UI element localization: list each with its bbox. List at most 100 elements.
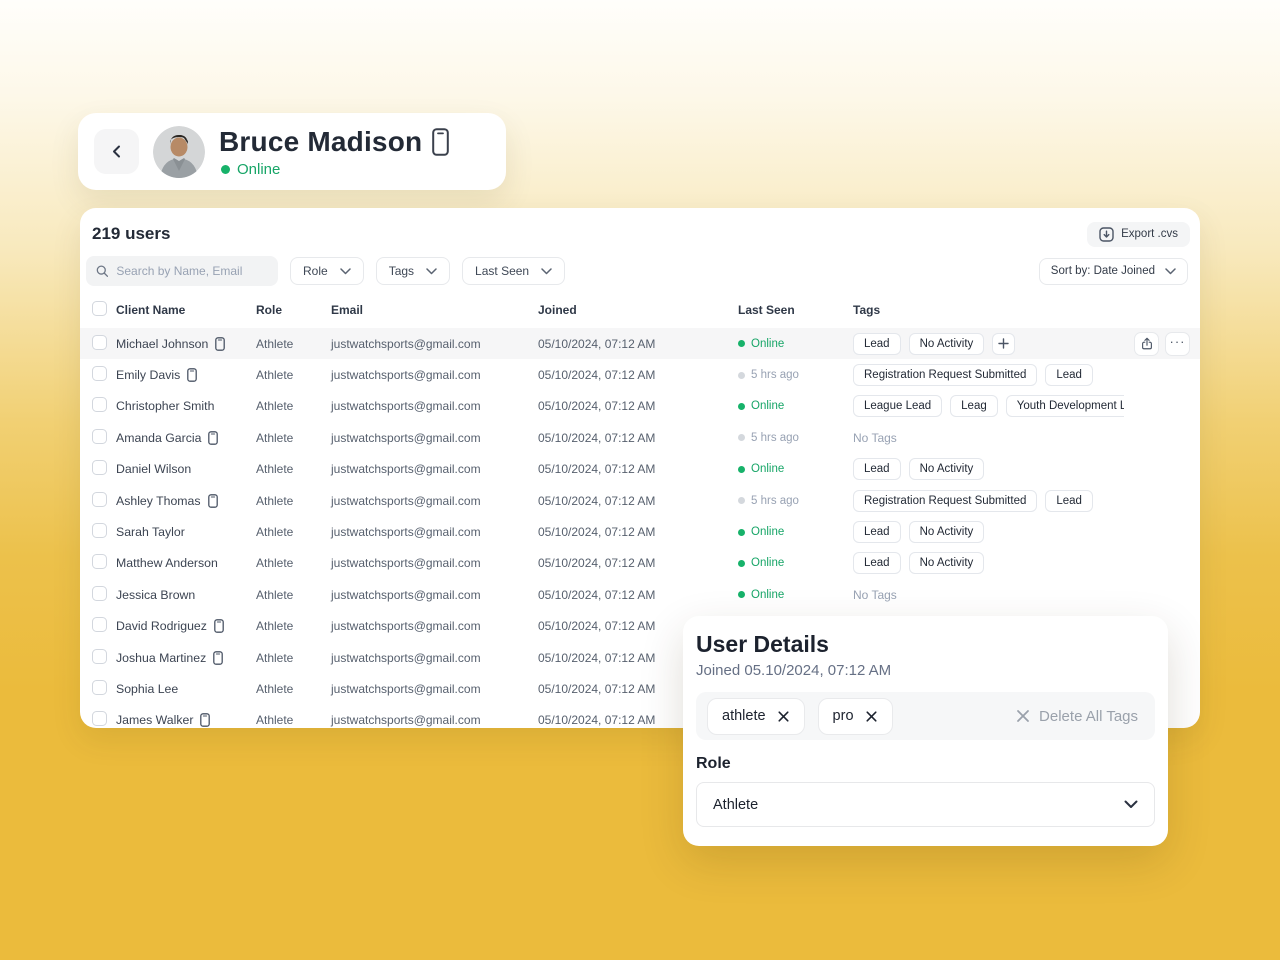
table-row[interactable]: Daniel WilsonAthletejustwatchsports@gmai… [80, 454, 1200, 485]
role-select[interactable]: Athlete [696, 782, 1155, 827]
tag-chip: No Activity [909, 458, 985, 480]
col-last-seen: Last Seen [738, 303, 853, 317]
client-name-text: Matthew Anderson [116, 556, 218, 570]
tag-chip: Registration Request Submitted [853, 490, 1037, 512]
row-last-seen: 5 hrs ago [738, 369, 853, 381]
filter-tags[interactable]: Tags [376, 257, 450, 285]
client-name-text: Sarah Taylor [116, 525, 185, 539]
offline-dot [738, 434, 745, 441]
row-joined: 05/10/2024, 07:12 AM [538, 556, 738, 570]
tag-chip: Lead [853, 552, 901, 574]
row-checkbox[interactable] [92, 554, 107, 569]
chevron-down-icon [1165, 268, 1176, 275]
search-box[interactable] [86, 256, 278, 286]
table-header-row: Client Name Role Email Joined Last Seen … [80, 292, 1200, 328]
table-row[interactable]: Jessica BrownAthletejustwatchsports@gmai… [80, 579, 1200, 610]
delete-all-tags-button[interactable]: Delete All Tags [1016, 708, 1144, 725]
row-last-seen: Online [738, 557, 853, 569]
more-options-button[interactable]: ··· [1165, 332, 1190, 356]
online-dot [221, 165, 230, 174]
remove-tag-button[interactable] [865, 710, 878, 723]
row-checkbox[interactable] [92, 366, 107, 381]
table-row[interactable]: Christopher SmithAthletejustwatchsports@… [80, 391, 1200, 422]
row-joined: 05/10/2024, 07:12 AM [538, 494, 738, 508]
client-name-cell: Daniel Wilson [116, 462, 256, 476]
table-row[interactable]: Ashley ThomasAthletejustwatchsports@gmai… [80, 485, 1200, 516]
row-checkbox[interactable] [92, 586, 107, 601]
row-checkbox[interactable] [92, 617, 107, 632]
client-name-cell: Matthew Anderson [116, 556, 256, 570]
filter-role-label: Role [303, 264, 328, 278]
tag-chip: Lead [853, 458, 901, 480]
table-row[interactable]: Sarah TaylorAthletejustwatchsports@gmail… [80, 516, 1200, 547]
sort-by-label: Sort by: Date Joined [1051, 265, 1155, 277]
client-name-text: David Rodriguez [116, 619, 207, 633]
share-button[interactable] [1134, 332, 1159, 356]
client-name-cell: Christopher Smith [116, 399, 256, 413]
row-role: Athlete [256, 682, 331, 696]
client-name-text: Jessica Brown [116, 588, 195, 602]
row-email: justwatchsports@gmail.com [331, 682, 538, 696]
row-tags: LeadNo Activity [853, 552, 1124, 574]
phone-icon [214, 619, 224, 633]
user-tag-chip: athlete [707, 698, 805, 735]
select-all-checkbox[interactable] [92, 301, 107, 316]
tag-chip: Lead [853, 521, 901, 543]
back-button[interactable] [94, 129, 139, 174]
row-role: Athlete [256, 651, 331, 665]
row-role: Athlete [256, 337, 331, 351]
row-email: justwatchsports@gmail.com [331, 494, 538, 508]
phone-icon [208, 494, 218, 508]
client-name-text: James Walker [116, 713, 193, 727]
profile-name: Bruce Madison [219, 126, 422, 158]
export-csv-button[interactable]: Export .cvs [1087, 222, 1190, 247]
client-name-cell: Jessica Brown [116, 588, 256, 602]
row-checkbox[interactable] [92, 397, 107, 412]
profile-header-card: Bruce Madison Online [78, 113, 506, 190]
last-seen-text: 5 hrs ago [751, 432, 799, 444]
phone-icon [213, 651, 223, 665]
row-checkbox[interactable] [92, 523, 107, 538]
table-row[interactable]: Amanda GarciaAthletejustwatchsports@gmai… [80, 422, 1200, 453]
table-row[interactable]: Matthew AndersonAthletejustwatchsports@g… [80, 548, 1200, 579]
filter-last-seen[interactable]: Last Seen [462, 257, 565, 285]
tag-chip: Leag [950, 395, 998, 417]
row-tags: Lead No Activity [853, 458, 1124, 480]
download-icon [1099, 227, 1114, 242]
row-tags: No Tags [853, 431, 1124, 445]
row-checkbox[interactable] [92, 335, 107, 350]
user-tag-chip: pro [818, 698, 893, 735]
row-email: justwatchsports@gmail.com [331, 651, 538, 665]
search-input[interactable] [116, 264, 268, 278]
sort-by-dropdown[interactable]: Sort by: Date Joined [1039, 258, 1188, 285]
phone-icon [208, 431, 218, 445]
user-tag-label: pro [833, 708, 854, 724]
remove-tag-button[interactable] [777, 710, 790, 723]
row-checkbox[interactable] [92, 460, 107, 475]
users-count: 219 users [92, 224, 170, 244]
popup-title: User Details [696, 631, 1155, 658]
add-tag-button[interactable] [992, 333, 1015, 355]
tag-chip: Registration Request Submitted [853, 364, 1037, 386]
row-checkbox[interactable] [92, 429, 107, 444]
online-dot [738, 560, 745, 567]
col-role: Role [256, 303, 331, 317]
row-checkbox[interactable] [92, 492, 107, 507]
row-tags: Registration Request Submitted Lead [853, 490, 1124, 512]
row-checkbox[interactable] [92, 711, 107, 726]
table-row[interactable]: Emily DavisAthletejustwatchsports@gmail.… [80, 359, 1200, 390]
filter-role[interactable]: Role [290, 257, 364, 285]
row-checkbox[interactable] [92, 649, 107, 664]
tag-chip: Lead [1045, 490, 1093, 512]
table-row[interactable]: Michael JohnsonAthletejustwatchsports@gm… [80, 328, 1200, 359]
row-email: justwatchsports@gmail.com [331, 525, 538, 539]
client-name-text: Ashley Thomas [116, 494, 201, 508]
search-icon [96, 264, 108, 278]
row-joined: 05/10/2024, 07:12 AM [538, 525, 738, 539]
row-joined: 05/10/2024, 07:12 AM [538, 431, 738, 445]
share-icon [1140, 336, 1154, 351]
row-joined: 05/10/2024, 07:12 AM [538, 462, 738, 476]
online-dot [738, 591, 745, 598]
chevron-down-icon [1124, 800, 1138, 809]
row-checkbox[interactable] [92, 680, 107, 695]
